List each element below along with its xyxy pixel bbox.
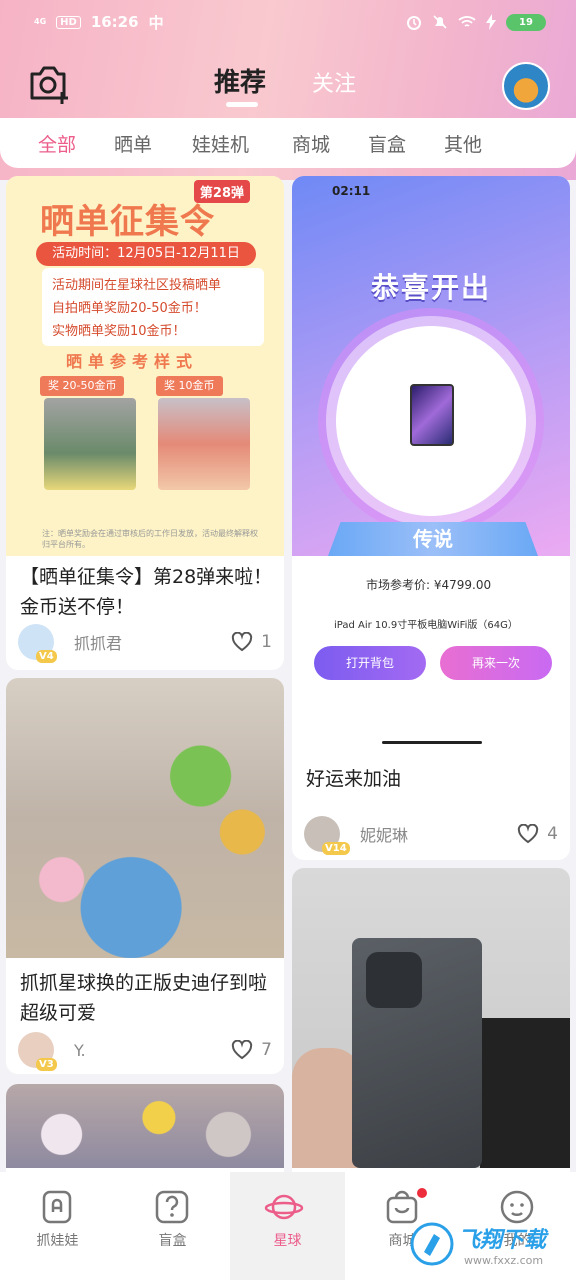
tab-recommend[interactable]: 推荐 <box>214 62 266 99</box>
category-mall[interactable]: 商城 <box>292 130 330 157</box>
category-blind-box[interactable]: 盲盒 <box>368 130 406 157</box>
poster-rule-2: 自拍晒单奖励20-50金币！ <box>52 301 207 316</box>
keyboard-image <box>480 1018 570 1168</box>
category-all[interactable]: 全部 <box>38 130 76 157</box>
heart-icon <box>518 824 539 844</box>
like-button[interactable]: 4 <box>517 824 558 844</box>
author-name[interactable]: Y. <box>74 1041 86 1060</box>
status-extra: 中 <box>148 13 164 32</box>
post-image-poster: 第28弹 晒单征集令 活动时间：12月05日-12月11日 活动期间在星球社区投… <box>6 176 284 556</box>
heart-icon <box>232 1040 253 1060</box>
camera-module-image <box>366 952 422 1008</box>
nav-blind-box[interactable]: 盲盒 <box>115 1172 230 1280</box>
claw-icon <box>42 1190 72 1224</box>
heart-icon <box>232 632 253 652</box>
nav-label: 星球 <box>273 1233 302 1249</box>
wifi-icon <box>458 16 476 27</box>
category-bar: 全部 晒单 娃娃机 商城 盲盒 其他 <box>0 118 576 168</box>
battery-indicator: 19 <box>506 13 546 31</box>
author-name[interactable]: 妮妮琳 <box>360 822 408 846</box>
prize-model: iPad Air 10.9寸平板电脑WiFi版（64G） <box>334 620 518 631</box>
rarity-ribbon: 传说 <box>328 522 538 556</box>
screenshot-time: 02:11 <box>332 184 371 198</box>
like-button[interactable]: 1 <box>231 632 272 652</box>
level-badge: V14 <box>322 842 350 855</box>
status-bar: 4G HD 16:26 中 19 <box>0 0 576 44</box>
like-count: 4 <box>547 824 558 844</box>
poster-rules: 活动期间在星球社区投稿晒单 自拍晒单奖励20-50金币！ 实物晒单奖励10金币！ <box>42 268 264 346</box>
question-box-icon <box>155 1190 189 1224</box>
notification-dot <box>417 1188 427 1198</box>
post-card-iphone[interactable] <box>292 868 570 1172</box>
planet-icon <box>264 1194 304 1220</box>
author-avatar[interactable]: V4 <box>18 624 57 663</box>
like-count: 7 <box>261 1040 272 1060</box>
post-card-plush-pile[interactable] <box>6 1084 284 1172</box>
poster-reward-2: 奖 10金币 <box>156 376 223 396</box>
post-title: 抓抓星球换的正版史迪仔到啦 超级可爱 <box>20 972 268 1024</box>
nav-planet[interactable]: 星球 <box>230 1172 345 1280</box>
prize-circle <box>336 326 526 516</box>
poster-example-photo-2 <box>158 398 250 490</box>
charging-icon <box>486 14 496 30</box>
nav-label: 抓娃娃 <box>36 1233 79 1249</box>
camera-add-icon[interactable] <box>26 62 72 104</box>
status-time: 16:26 <box>90 13 139 31</box>
post-image-plush-shelf <box>6 678 284 958</box>
watermark-logo-icon <box>410 1222 454 1266</box>
poster-rule-1: 活动期间在星球社区投稿晒单 <box>52 278 222 293</box>
top-header: 推荐 关注 <box>0 48 576 118</box>
site-watermark: 飞翔下载 www.fxxz.com <box>410 1218 570 1278</box>
post-footer: V4 抓抓君 1 <box>18 622 272 663</box>
post-card-share-event[interactable]: 第28弹 晒单征集令 活动时间：12月05日-12月11日 活动期间在星球社区投… <box>6 176 284 670</box>
poster-example-photo-1 <box>44 398 136 490</box>
user-avatar[interactable] <box>502 62 550 110</box>
poster-rule-3: 实物晒单奖励10金币！ <box>52 324 186 339</box>
iphone-box-image <box>352 938 482 1168</box>
post-image-blind-box-result: 02:11 恭喜开出 传说 市场参考价: ¥4799.00 iPad Air 1… <box>292 176 570 744</box>
author-avatar[interactable]: V14 <box>304 816 350 855</box>
like-count: 1 <box>261 632 272 652</box>
author-name[interactable]: 抓抓君 <box>74 630 122 654</box>
try-again-button: 再来一次 <box>440 646 552 680</box>
post-title: 好运来加油 <box>306 768 402 790</box>
poster-reward-1: 奖 20-50金币 <box>40 376 125 396</box>
nav-claw[interactable]: 抓娃娃 <box>0 1172 115 1280</box>
prize-price: 市场参考价: ¥4799.00 <box>366 578 492 592</box>
poster-title: 晒单征集令 <box>40 202 215 242</box>
watermark-text: 飞翔下载 <box>458 1228 547 1253</box>
post-card-stitch[interactable]: 抓抓星球换的正版史迪仔到啦 超级可爱 V3 Y. 7 <box>6 678 284 1074</box>
category-claw-machine[interactable]: 娃娃机 <box>192 130 249 157</box>
ipad-image <box>410 384 454 446</box>
post-image-iphone-box <box>292 868 570 1168</box>
post-footer: V3 Y. 7 <box>18 1030 272 1071</box>
watermark-url: www.fxxz.com <box>464 1254 544 1267</box>
post-footer: V14 妮妮琳 4 <box>304 814 558 855</box>
poster-subtitle: 晒单参考样式 <box>66 352 199 371</box>
post-title: 【晒单征集令】第28弹来啦！金币送不停！ <box>20 566 273 618</box>
open-backpack-button: 打开背包 <box>314 646 426 680</box>
category-share[interactable]: 晒单 <box>114 130 152 157</box>
hd-indicator: HD <box>56 15 81 29</box>
category-other[interactable]: 其他 <box>444 130 482 157</box>
congrats-title: 恭喜开出 <box>370 271 491 304</box>
home-indicator <box>382 741 482 744</box>
poster-note: 注：晒单奖励会在通过审核后的工作日发放，活动最终解释权归平台所有。 <box>42 529 258 549</box>
post-image-plush-pile <box>6 1084 284 1168</box>
nav-label: 盲盒 <box>158 1233 187 1249</box>
mute-icon <box>433 15 447 29</box>
prize-panel: 市场参考价: ¥4799.00 iPad Air 10.9寸平板电脑WiFi版（… <box>292 556 570 744</box>
network-indicator: 4G <box>34 17 47 26</box>
poster-date: 活动时间：12月05日-12月11日 <box>36 242 256 266</box>
level-badge: V3 <box>36 1058 57 1071</box>
tab-active-indicator <box>226 102 258 107</box>
tab-follow[interactable]: 关注 <box>312 66 356 98</box>
like-button[interactable]: 7 <box>231 1040 272 1060</box>
author-avatar[interactable]: V3 <box>18 1032 57 1071</box>
alarm-icon <box>407 16 421 30</box>
level-badge: V4 <box>36 650 57 663</box>
post-card-blind-box[interactable]: 02:11 恭喜开出 传说 市场参考价: ¥4799.00 iPad Air 1… <box>292 176 570 860</box>
